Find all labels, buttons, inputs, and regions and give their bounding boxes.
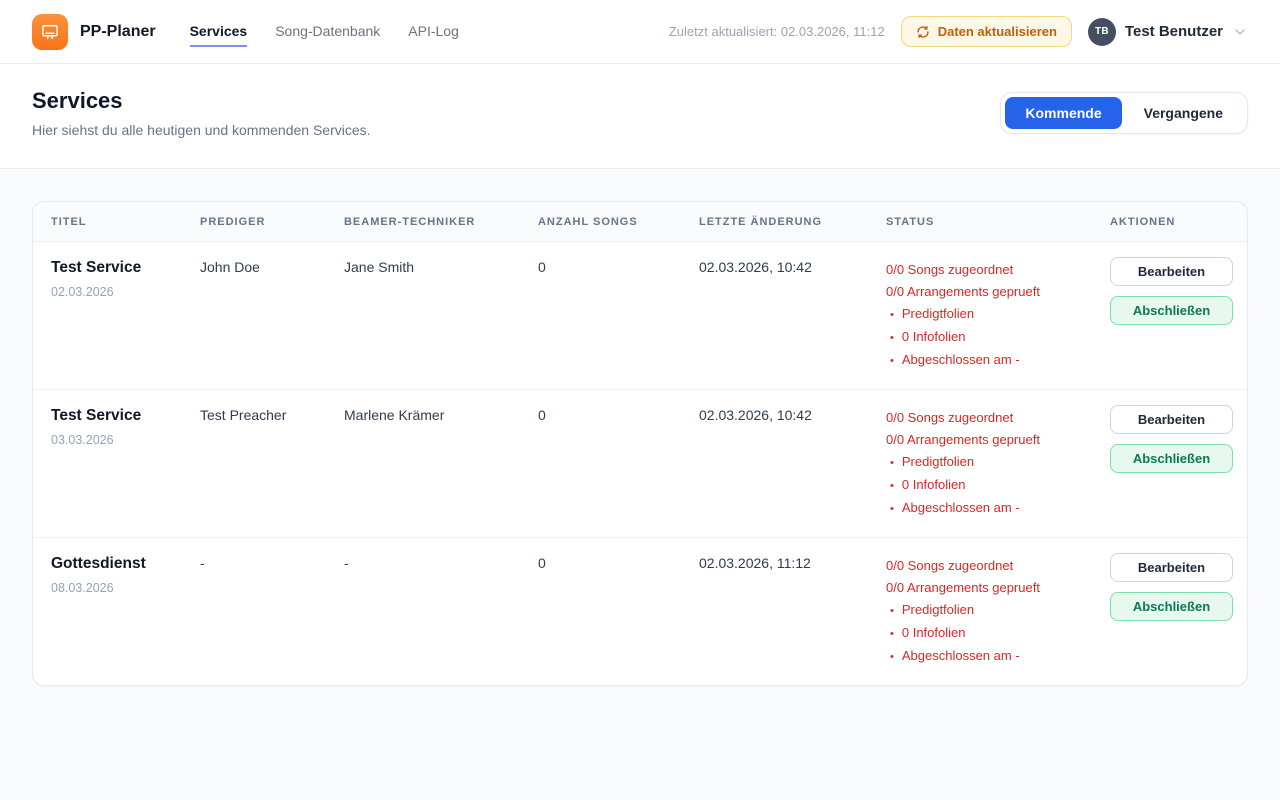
edit-button[interactable]: Bearbeiten [1110,405,1233,434]
column-header-letzte-aenderung: Letzte Änderung [699,202,886,241]
service-title: Gottesdienst [51,555,190,573]
complete-button[interactable]: Abschließen [1110,296,1233,325]
status-bullet: 0 Infofolien [886,622,1100,645]
service-status: 0/0 Songs zugeordnet 0/0 Arrangements ge… [886,538,1110,685]
service-status: 0/0 Songs zugeordnet 0/0 Arrangements ge… [886,390,1110,537]
service-beamer: Jane Smith [344,242,538,389]
service-last-changed: 02.03.2026, 10:42 [699,390,886,537]
brand-name: PP-Planer [80,23,156,41]
last-updated-label: Zuletzt aktualisiert: 02.03.2026, 11:12 [669,24,885,39]
status-bullet: Predigtfolien [886,451,1100,474]
user-name: Test Benutzer [1125,23,1223,40]
service-prediger: - [200,538,344,685]
chevron-down-icon [1232,24,1248,40]
status-line: 0/0 Arrangements geprueft [886,281,1100,303]
status-line: 0/0 Arrangements geprueft [886,429,1100,451]
status-bullet: Abgeschlossen am - [886,497,1100,520]
page-title: Services [32,88,371,114]
service-title: Test Service [51,407,190,425]
service-last-changed: 02.03.2026, 11:12 [699,538,886,685]
page-subtitle: Hier siehst du alle heutigen und kommend… [32,122,371,138]
row-actions: Bearbeiten Abschließen [1110,538,1243,685]
table-header-row: Titel Prediger Beamer-Techniker Anzahl S… [33,202,1247,242]
edit-button[interactable]: Bearbeiten [1110,553,1233,582]
column-header-titel: Titel [51,202,200,241]
status-line: 0/0 Songs zugeordnet [886,259,1100,281]
brand: PP-Planer [32,14,156,50]
service-beamer: - [344,538,538,685]
edit-button[interactable]: Bearbeiten [1110,257,1233,286]
status-line: 0/0 Arrangements geprueft [886,577,1100,599]
column-header-anzahl-songs: Anzahl Songs [538,202,699,241]
toggle-vergangene-button[interactable]: Vergangene [1124,97,1243,129]
status-bullet: 0 Infofolien [886,326,1100,349]
main-nav: Services Song-Datenbank API-Log [190,17,459,47]
service-beamer: Marlene Krämer [344,390,538,537]
status-bullet: Abgeschlossen am - [886,349,1100,372]
toggle-kommende-button[interactable]: Kommende [1005,97,1121,129]
user-menu[interactable]: TB Test Benutzer [1088,18,1248,46]
service-title: Test Service [51,259,190,277]
table-row: Gottesdienst 08.03.2026 - - 0 02.03.2026… [33,538,1247,685]
projector-screen-icon [32,14,68,50]
table-row: Test Service 03.03.2026 Test Preacher Ma… [33,390,1247,538]
row-actions: Bearbeiten Abschließen [1110,390,1243,537]
service-last-changed: 02.03.2026, 10:42 [699,242,886,389]
services-table-card: Titel Prediger Beamer-Techniker Anzahl S… [32,201,1248,686]
column-header-beamer-techniker: Beamer-Techniker [344,202,538,241]
refresh-data-button[interactable]: Daten aktualisieren [901,16,1072,47]
service-song-count: 0 [538,390,699,537]
nav-item-api-log[interactable]: API-Log [408,17,459,47]
service-prediger: John Doe [200,242,344,389]
page-header: Services Hier siehst du alle heutigen un… [0,64,1280,169]
topbar-right: Zuletzt aktualisiert: 02.03.2026, 11:12 … [669,16,1248,47]
avatar: TB [1088,18,1116,46]
status-bullet: Predigtfolien [886,599,1100,622]
status-bullet: Abgeschlossen am - [886,645,1100,668]
refresh-button-label: Daten aktualisieren [938,24,1057,39]
status-bullet: 0 Infofolien [886,474,1100,497]
service-song-count: 0 [538,242,699,389]
service-date: 02.03.2026 [51,285,190,299]
refresh-icon [916,25,930,39]
top-bar: PP-Planer Services Song-Datenbank API-Lo… [0,0,1280,64]
time-filter-toggle: Kommende Vergangene [1000,92,1248,134]
service-prediger: Test Preacher [200,390,344,537]
nav-item-song-datenbank[interactable]: Song-Datenbank [275,17,380,47]
service-date: 08.03.2026 [51,581,190,595]
table-row: Test Service 02.03.2026 John Doe Jane Sm… [33,242,1247,390]
column-header-status: Status [886,202,1110,241]
complete-button[interactable]: Abschließen [1110,444,1233,473]
nav-item-services[interactable]: Services [190,17,248,47]
column-header-aktionen: Aktionen [1110,202,1229,241]
status-bullet: Predigtfolien [886,303,1100,326]
service-status: 0/0 Songs zugeordnet 0/0 Arrangements ge… [886,242,1110,389]
service-date: 03.03.2026 [51,433,190,447]
content-area: Titel Prediger Beamer-Techniker Anzahl S… [0,169,1280,718]
row-actions: Bearbeiten Abschließen [1110,242,1243,389]
service-song-count: 0 [538,538,699,685]
status-line: 0/0 Songs zugeordnet [886,555,1100,577]
column-header-prediger: Prediger [200,202,344,241]
complete-button[interactable]: Abschließen [1110,592,1233,621]
status-line: 0/0 Songs zugeordnet [886,407,1100,429]
